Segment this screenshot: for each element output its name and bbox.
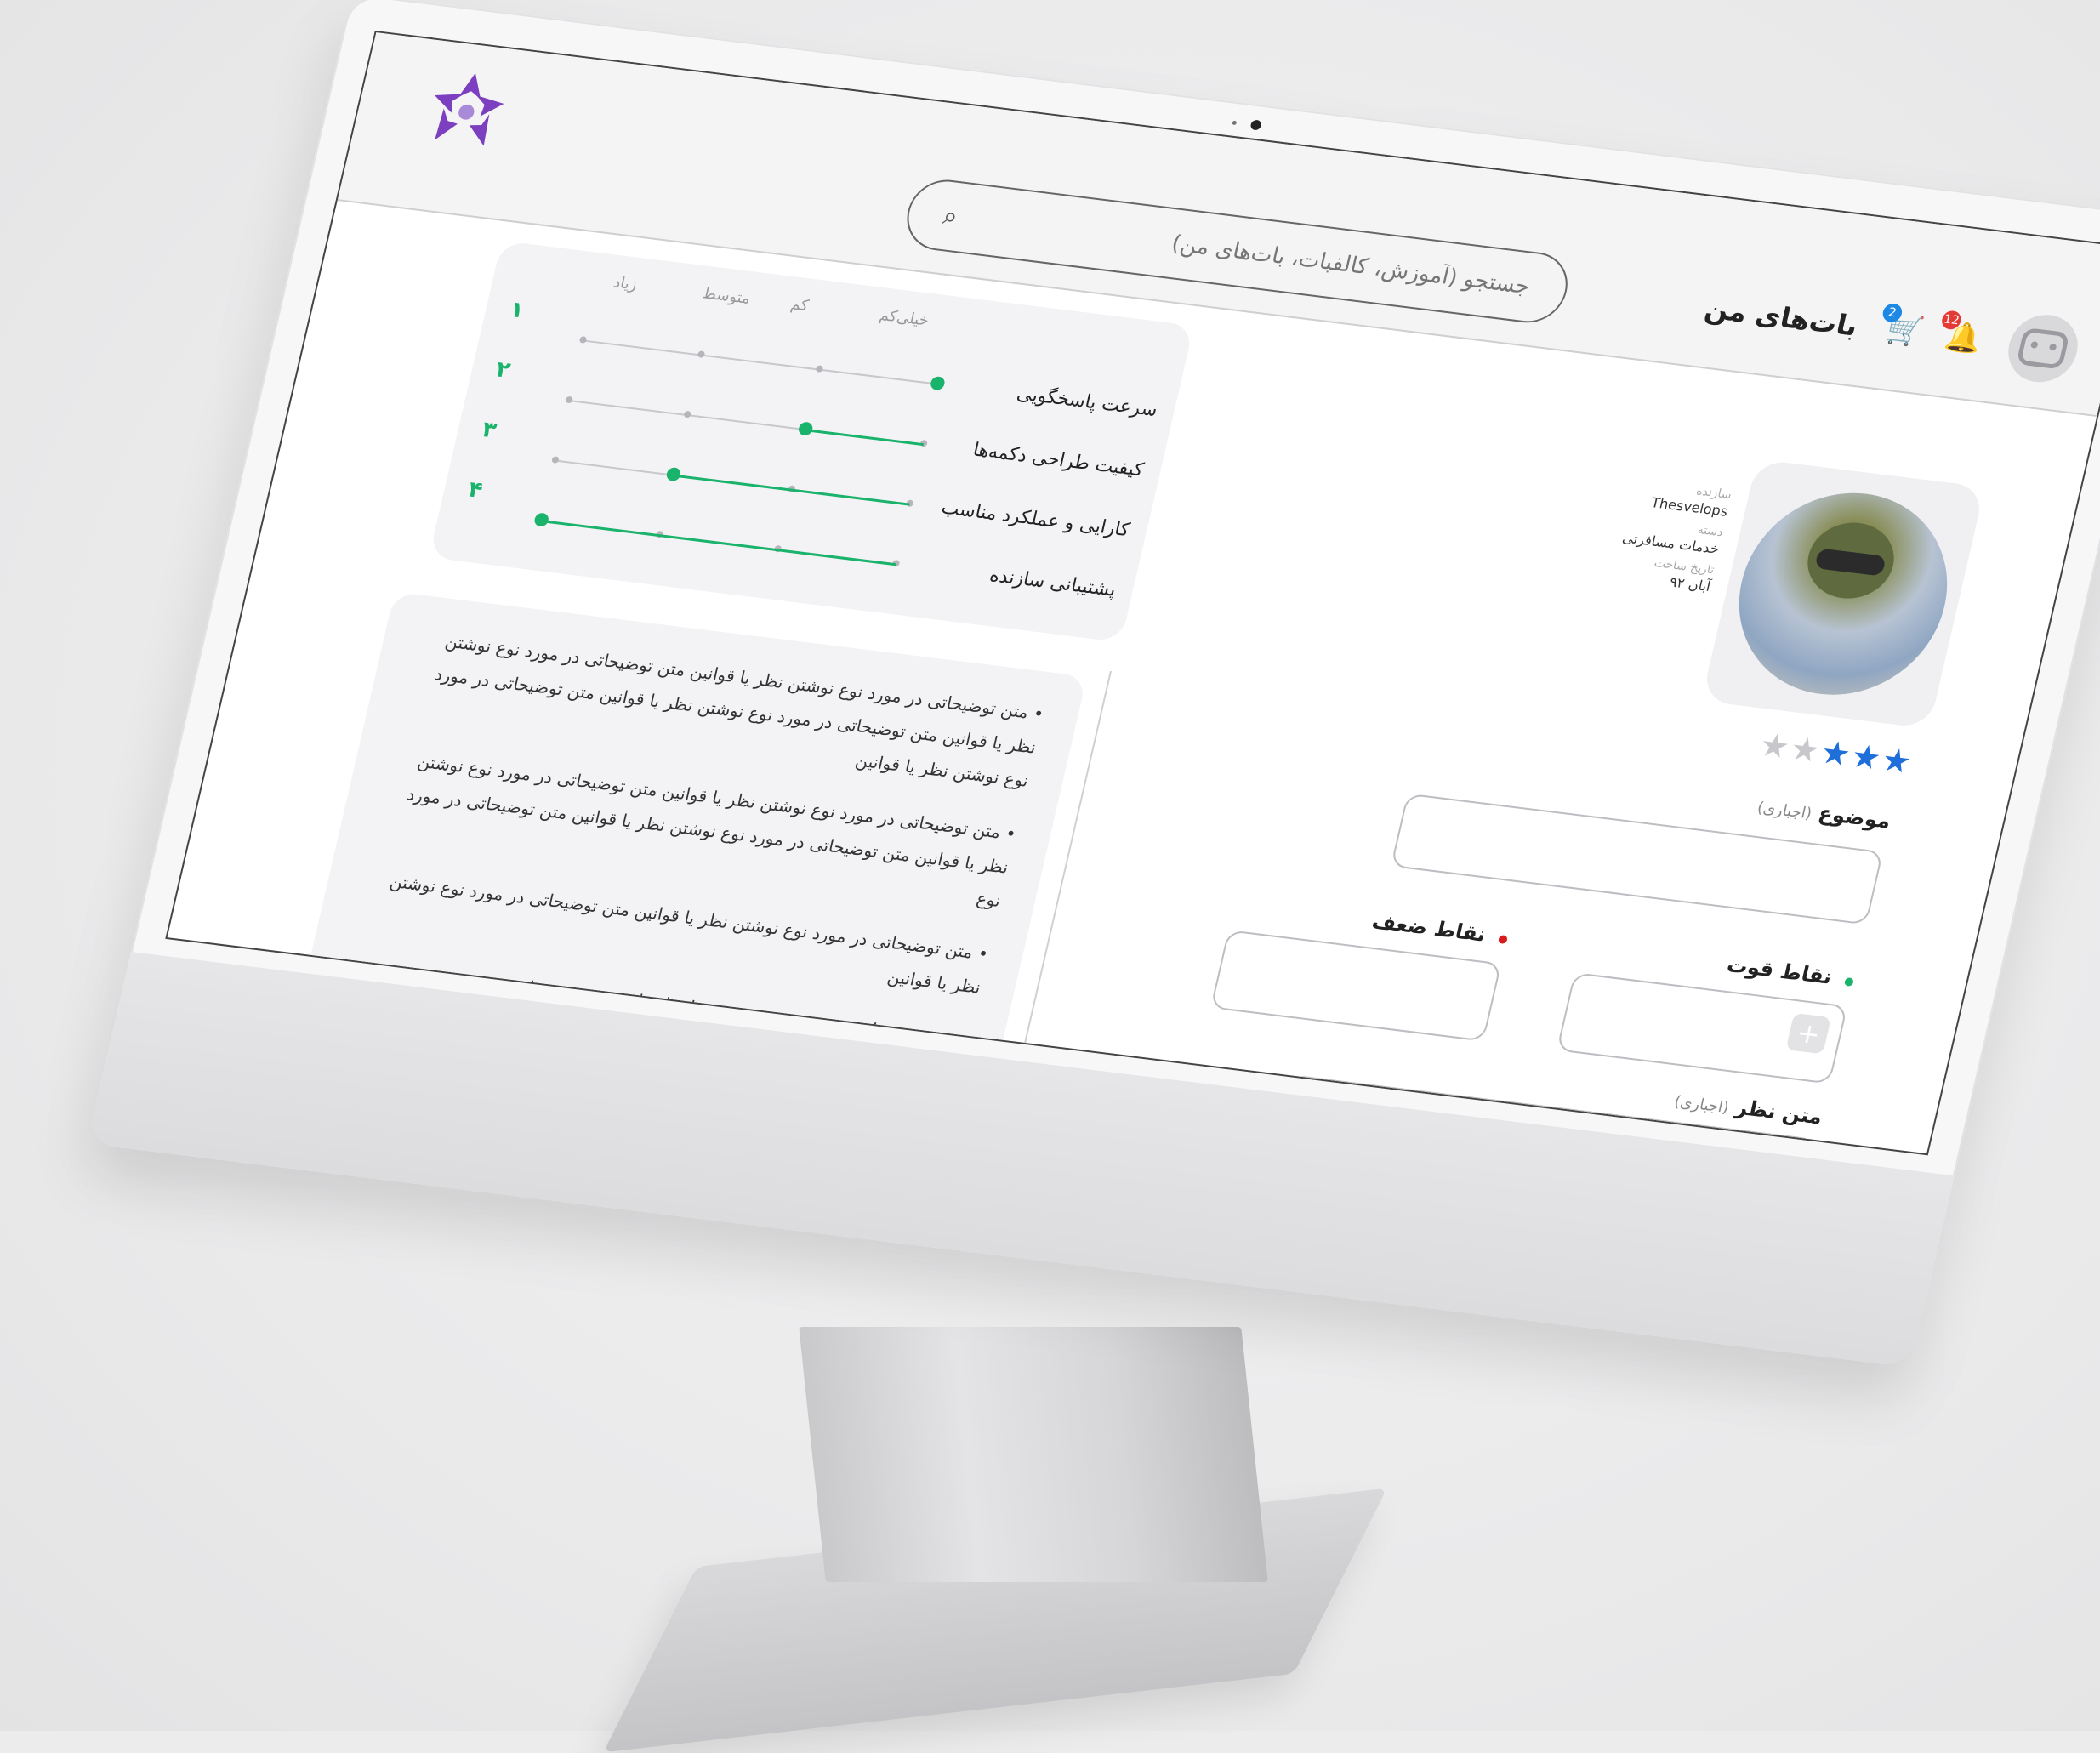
cart-button[interactable]: 🛒 2	[1880, 302, 1929, 353]
slider-tick	[697, 350, 706, 358]
slider-tick	[578, 336, 588, 344]
strengths-dot-icon	[1843, 976, 1855, 987]
subject-label-text: موضوع	[1816, 800, 1893, 834]
monitor-stand-neck	[799, 1327, 1268, 1582]
criterion-label: سرعت پاسخگویی	[1015, 383, 1160, 422]
subject-required-hint: (اجباری)	[1755, 799, 1814, 823]
slider-handle[interactable]	[532, 512, 550, 527]
criterion-label: کیفیت طراحی دکمه‌ها	[970, 439, 1146, 481]
slider-tick	[565, 396, 574, 404]
scale-level-label: کم	[788, 295, 811, 316]
search-input[interactable]	[954, 203, 1534, 301]
criterion-label: پشتیبانی سازنده	[987, 565, 1118, 601]
strengths-input[interactable]: +	[1556, 972, 1848, 1084]
notifications-button[interactable]: 🔔 12	[1939, 310, 1989, 361]
add-strength-button[interactable]: +	[1785, 1012, 1832, 1055]
weaknesses-input[interactable]	[1209, 930, 1502, 1042]
robot-avatar-icon	[2016, 327, 2070, 370]
slider-fill	[805, 428, 925, 446]
strengths-label: نقاط قوت	[1725, 953, 1857, 992]
slider-handle[interactable]	[665, 466, 682, 482]
slider-tick	[815, 365, 824, 373]
subject-label: موضوع (اجباری)	[1756, 794, 1893, 834]
weaknesses-dot-icon	[1497, 935, 1509, 945]
rating-panel: خیلی‌کم کم متوسط زیاد سرعت پاسخگویی ۱ کیفیت طر…	[429, 240, 1194, 643]
comment-label-text: متن نظر	[1733, 1095, 1825, 1130]
slider-handle[interactable]	[797, 421, 814, 436]
bot-meta: سازنده Thesvelops دسته خدمات مسافرتی تار…	[1574, 465, 1734, 594]
slider-tick	[551, 456, 560, 464]
comment-label: متن نظر (اجباری)	[1672, 1088, 1824, 1130]
criterion-slider[interactable]	[565, 396, 928, 447]
scale-level-label: خیلی‌کم	[877, 305, 931, 330]
strengths-label-text: نقاط قوت	[1724, 953, 1835, 989]
user-avatar-button[interactable]	[2001, 310, 2085, 386]
slider-tick	[683, 410, 692, 418]
criterion-number: ۱	[507, 297, 527, 324]
criterion-number: ۴	[465, 476, 486, 504]
criterion-slider[interactable]	[578, 336, 947, 391]
bot-image-card	[1701, 458, 1985, 729]
criterion-number: ۲	[493, 356, 513, 384]
weaknesses-label-text: نقاط ضعف	[1369, 908, 1488, 947]
comment-required-hint: (اجباری)	[1672, 1092, 1731, 1118]
slider-fill	[673, 474, 910, 506]
criterion-label: کارایی و عملکرد مناسب	[939, 497, 1132, 542]
bot-image	[1718, 481, 1968, 707]
monitor: 🔔 12 🛒 2 بات‌های من ⌕	[86, 0, 2100, 1368]
scale-level-label: زیاد	[612, 273, 639, 294]
criterion-slider[interactable]	[551, 456, 914, 508]
my-bots-link[interactable]: بات‌های من	[1702, 292, 1861, 342]
slider-handle[interactable]	[929, 375, 947, 391]
criterion-slider[interactable]	[532, 512, 901, 567]
brand-logo-icon[interactable]	[409, 60, 523, 163]
scale-level-label: متوسط	[700, 284, 753, 308]
weaknesses-label: نقاط ضعف	[1369, 909, 1510, 949]
star-rating[interactable]: ★★★★★	[1756, 726, 1917, 781]
slider-fill	[541, 519, 896, 566]
criterion-number: ۳	[479, 417, 499, 444]
